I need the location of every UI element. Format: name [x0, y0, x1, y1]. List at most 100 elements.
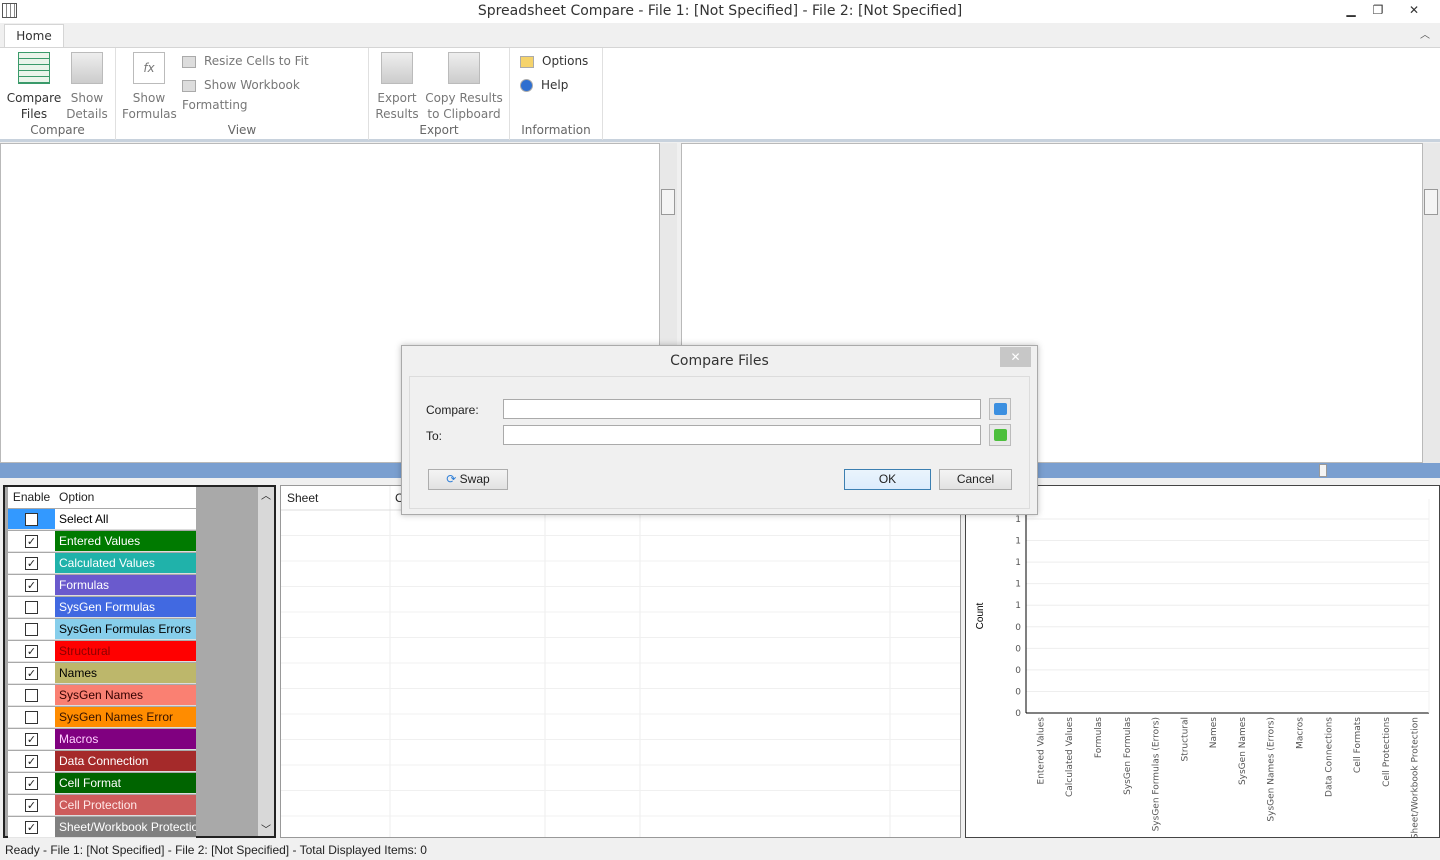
group-label: Compare — [30, 123, 85, 137]
enable-checkbox[interactable] — [25, 622, 38, 636]
summary-chart: 1 1 1 1 1 0 0 0 0 0 Count Entered Values Calculated … — [965, 485, 1440, 839]
formula-icon: fx — [133, 52, 165, 84]
options-icon — [520, 55, 534, 68]
enable-checkbox[interactable]: ✓ — [25, 732, 38, 746]
copy-results-button[interactable]: Copy Results to Clipboard — [425, 52, 503, 122]
option-row[interactable]: SysGen Formulas Errors — [8, 619, 196, 641]
enable-checkbox[interactable]: ✓ — [25, 798, 38, 812]
clipboard-icon — [448, 52, 480, 84]
option-row[interactable]: ✓ Macros — [8, 729, 196, 751]
help-button[interactable]: Help — [520, 75, 568, 95]
resize-cells-button[interactable]: Resize Cells to Fit — [182, 51, 309, 71]
scroll-thumb[interactable] — [661, 189, 675, 215]
restore-button[interactable]: ❐ — [1363, 0, 1393, 20]
x-tick-label: Calculated Values — [1065, 717, 1075, 797]
x-tick-label: SysGen Names — [1238, 717, 1248, 785]
resize-icon — [182, 55, 196, 68]
x-tick-label: SysGen Formulas (Errors) — [1152, 717, 1162, 831]
enable-cell — [8, 685, 55, 706]
show-details-button[interactable]: Show Details — [64, 52, 110, 122]
enable-checkbox[interactable] — [25, 710, 38, 724]
dialog-close-button[interactable]: ✕ — [1000, 347, 1031, 367]
options-scrollbar[interactable]: ︿ ﹀ — [258, 487, 274, 836]
y-tick-label: 1 — [1015, 558, 1021, 568]
dialog-title: Compare Files — [670, 353, 769, 369]
option-label: SysGen Names — [55, 685, 196, 706]
enable-checkbox[interactable]: ✓ — [25, 754, 38, 768]
cancel-button[interactable]: Cancel — [939, 469, 1012, 490]
ok-button[interactable]: OK — [844, 469, 931, 490]
group-export: Export Results Copy Results to Clipboard… — [369, 48, 510, 140]
swap-button[interactable]: ⟳ Swap — [428, 469, 508, 490]
enable-checkbox[interactable]: ✓ — [25, 556, 38, 570]
enable-checkbox[interactable] — [25, 512, 38, 526]
option-row[interactable]: ✓ Structural — [8, 641, 196, 663]
option-row[interactable]: ✓ Formulas — [8, 575, 196, 597]
group-label: View — [227, 123, 257, 137]
options-button[interactable]: Options — [520, 51, 588, 71]
enable-checkbox[interactable]: ✓ — [25, 578, 38, 592]
option-row[interactable]: SysGen Formulas — [8, 597, 196, 619]
x-tick-label: Sheet/Workbook Protection — [1411, 717, 1421, 837]
option-label: SysGen Names Error — [55, 707, 196, 728]
close-button[interactable]: ✕ — [1394, 0, 1434, 20]
to-file-input[interactable] — [503, 425, 981, 445]
option-row[interactable]: SysGen Names — [8, 685, 196, 707]
option-label: Macros — [55, 729, 196, 750]
tab-home[interactable]: Home — [4, 24, 64, 48]
show-formulas-button[interactable]: fx Show Formulas — [122, 52, 177, 122]
x-tick-label: Formulas — [1094, 717, 1104, 758]
show-workbook-formatting-button[interactable]: Show Workbook Formatting — [182, 75, 368, 112]
option-label: Calculated Values — [55, 553, 196, 574]
option-row[interactable]: ✓ Data Connection — [8, 751, 196, 773]
option-row[interactable]: ✓ Cell Protection — [8, 795, 196, 817]
compare-file-input[interactable] — [503, 399, 981, 419]
option-label: Structural — [55, 641, 196, 662]
swap-icon: ⟳ — [446, 472, 460, 486]
option-row[interactable]: ✓ Entered Values — [8, 531, 196, 553]
option-label: SysGen Formulas — [55, 597, 196, 618]
enable-checkbox[interactable]: ✓ — [25, 666, 38, 680]
results-grid[interactable]: Sheet C — [280, 485, 961, 838]
app-icon[interactable] — [2, 3, 17, 18]
scroll-down-icon[interactable]: ﹀ — [258, 821, 274, 836]
option-row[interactable]: ✓ Names — [8, 663, 196, 685]
y-tick-label: 0 — [1015, 687, 1021, 697]
compare-files-button[interactable]: Compare Files — [6, 52, 62, 122]
enable-checkbox[interactable]: ✓ — [25, 534, 38, 548]
title-bar: Spreadsheet Compare - File 1: [Not Speci… — [0, 0, 1440, 23]
collapse-ribbon-icon[interactable]: ︿ — [1420, 26, 1430, 41]
enable-checkbox[interactable] — [25, 600, 38, 614]
scroll-thumb[interactable] — [1319, 464, 1327, 477]
option-header: Option — [59, 490, 95, 504]
enable-checkbox[interactable]: ✓ — [25, 776, 38, 790]
scroll-up-icon[interactable]: ︿ — [258, 487, 274, 502]
right-vertical-scrollbar[interactable] — [1423, 143, 1440, 463]
compare-label: Compare: — [426, 403, 479, 417]
option-label: Formulas — [55, 575, 196, 596]
minimize-button[interactable]: ▁ — [1336, 0, 1366, 20]
enable-checkbox[interactable]: ✓ — [25, 644, 38, 658]
browse-to-button[interactable] — [989, 424, 1011, 446]
option-row[interactable]: ✓ Calculated Values — [8, 553, 196, 575]
options-header: Enable Option — [8, 487, 196, 508]
enable-header: Enable — [12, 490, 51, 504]
enable-cell: ✓ — [8, 817, 55, 838]
enable-checkbox[interactable] — [25, 688, 38, 702]
x-tick-label: SysGen Names (Errors) — [1267, 717, 1277, 822]
option-label: SysGen Formulas Errors — [55, 619, 196, 640]
option-row[interactable]: Select All — [8, 509, 196, 531]
to-label: To: — [426, 429, 443, 443]
enable-cell: ✓ — [8, 663, 55, 684]
help-icon — [520, 79, 533, 92]
enable-checkbox[interactable]: ✓ — [25, 820, 38, 834]
option-row[interactable]: SysGen Names Error — [8, 707, 196, 729]
option-row[interactable]: ✓ Sheet/Workbook Protection — [8, 817, 196, 839]
enable-cell — [8, 707, 55, 728]
x-tick-label: Data Connections — [1324, 717, 1334, 797]
browse-compare-button[interactable] — [989, 398, 1011, 420]
export-results-button[interactable]: Export Results — [375, 52, 419, 122]
option-label: Cell Format — [55, 773, 196, 794]
scroll-thumb[interactable] — [1424, 189, 1438, 215]
option-row[interactable]: ✓ Cell Format — [8, 773, 196, 795]
